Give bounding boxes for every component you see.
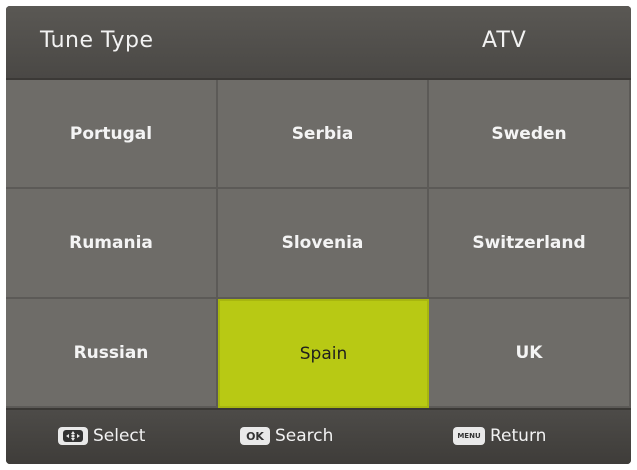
country-option[interactable]: Rumania [6,189,218,299]
tune-type-label: Tune Type [40,28,154,53]
country-option[interactable]: Portugal [6,80,218,189]
country-option[interactable]: Serbia [218,80,429,189]
country-option[interactable]: Slovenia [218,189,429,299]
ok-key-icon: OK [240,427,270,445]
country-option[interactable]: Sweden [429,80,631,189]
tv-menu-screen: Tune Type ATV Portugal Serbia Sweden Rum… [6,6,631,464]
nav-dpad-icon [58,427,88,445]
tune-type-value[interactable]: ATV [482,28,527,53]
select-hint-label: Select [93,426,146,446]
search-hint: OK Search [240,426,333,446]
search-hint-label: Search [275,426,334,446]
menu-key-icon: MENU [453,427,485,445]
country-option[interactable]: Russian [6,299,218,408]
return-hint-label: Return [490,426,547,446]
return-hint: MENU Return [453,426,546,446]
country-grid: Portugal Serbia Sweden Rumania Slovenia … [6,80,631,408]
country-option[interactable]: UK [429,299,631,408]
select-hint: Select [58,426,145,446]
country-option[interactable]: Switzerland [429,189,631,299]
button-hint-bar: Select OK Search MENU Return [6,408,631,464]
country-option-selected[interactable]: Spain [218,299,429,408]
menu-header: Tune Type ATV [6,6,631,80]
